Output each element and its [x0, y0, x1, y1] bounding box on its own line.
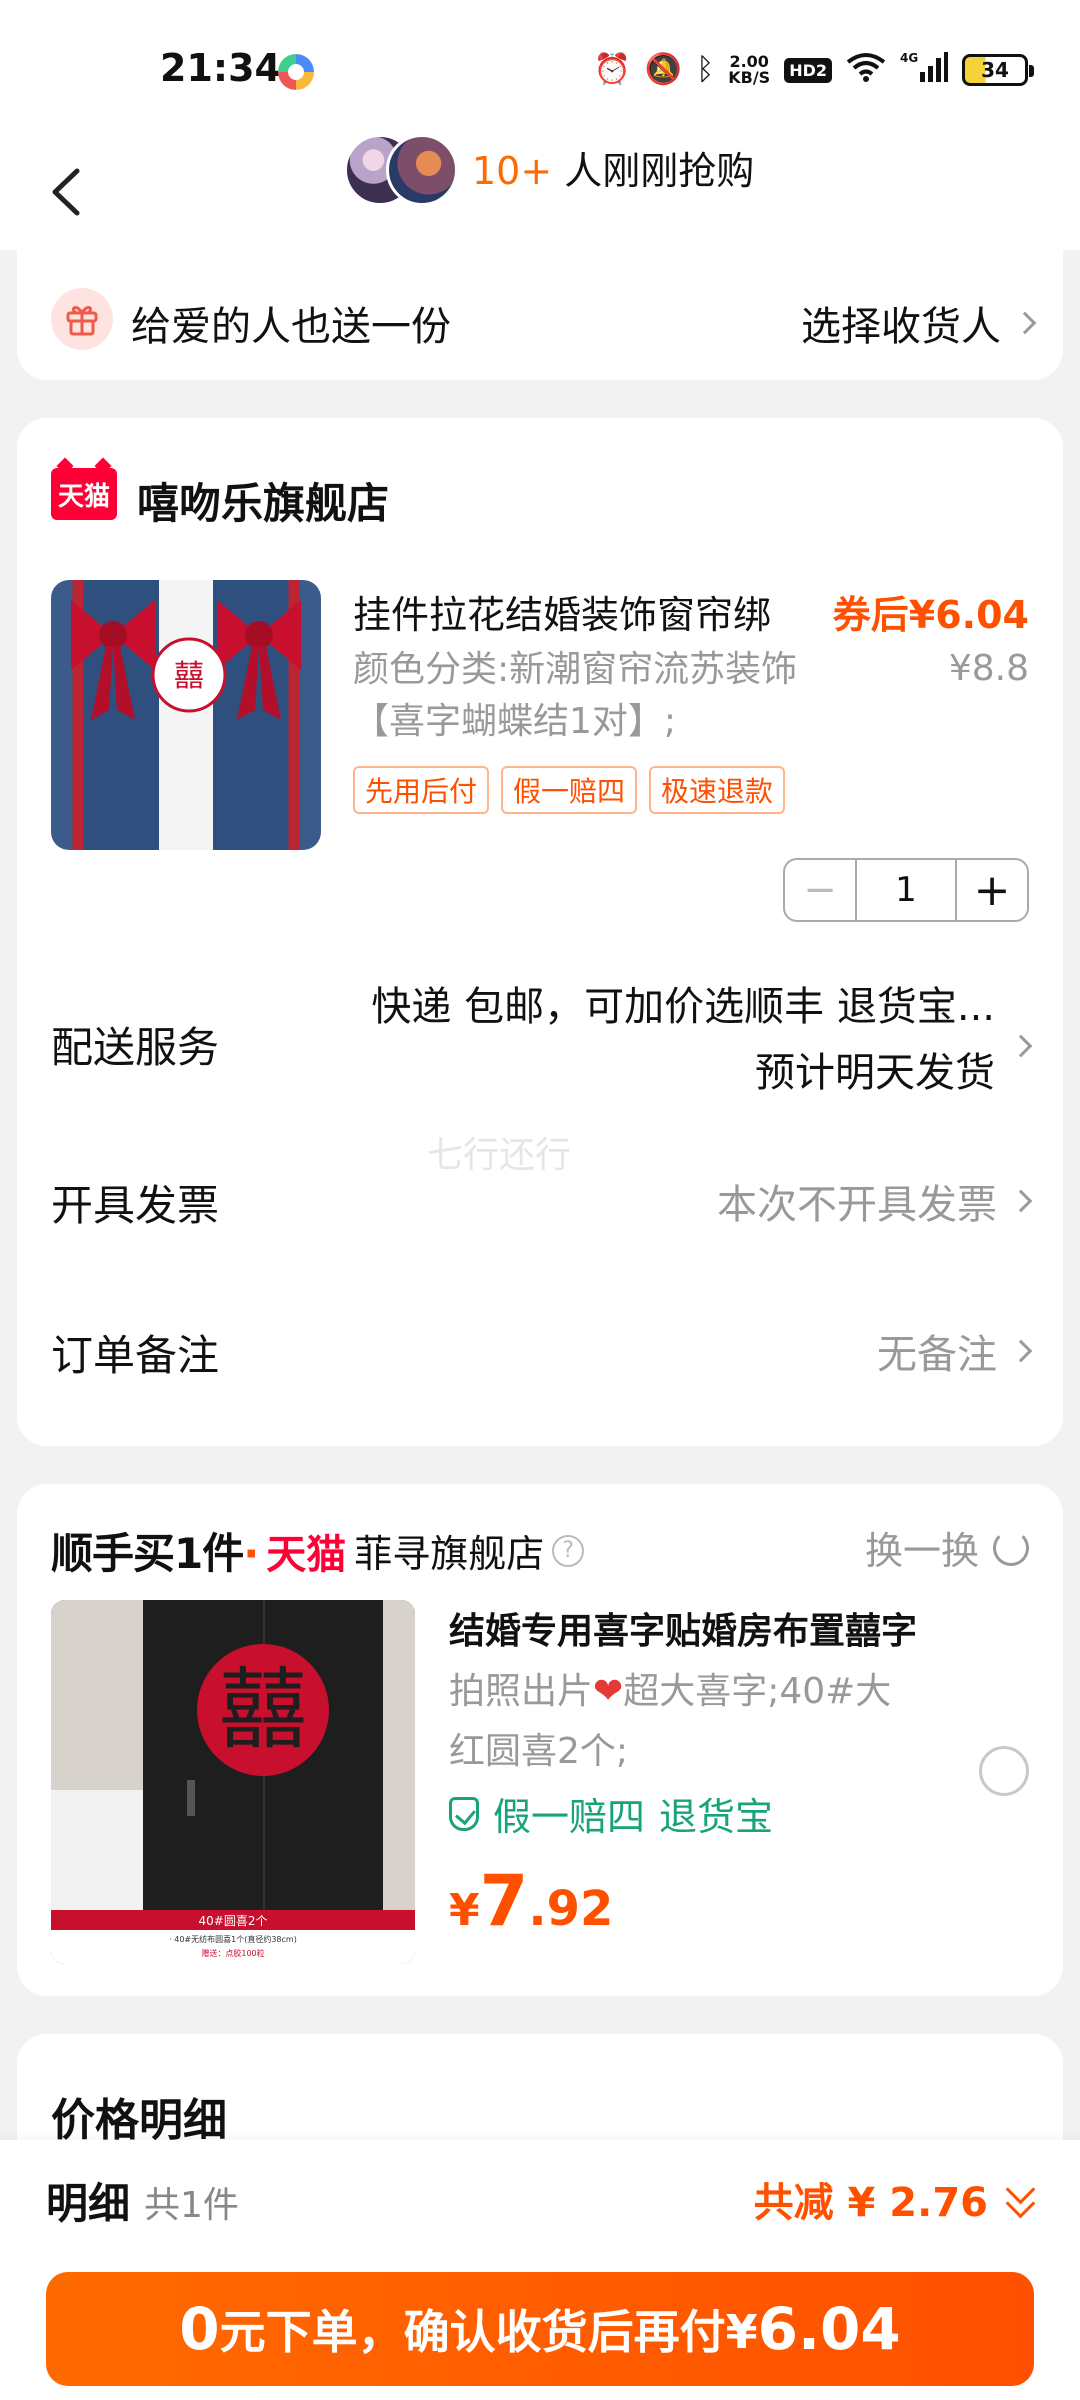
- app-notification-icon: [278, 54, 314, 90]
- chevron-right-icon[interactable]: [1009, 1034, 1033, 1058]
- double-chevron-down-icon: [1002, 2179, 1038, 2219]
- addon-card: 顺手买1件· 天猫 菲寻旗舰店 ? 换一换 囍 40#圆喜2个 · 40#无纺布…: [17, 1484, 1063, 1996]
- chevron-right-icon: [1009, 1339, 1033, 1363]
- swap-label: 换一换: [864, 1529, 979, 1573]
- invoice-value: 本次不开具发票: [717, 1182, 997, 1228]
- signal-icon: 4G: [900, 50, 948, 90]
- shipping-label: 配送服务: [51, 1023, 220, 1072]
- quantity-input[interactable]: 1: [857, 860, 955, 920]
- avatar: [386, 134, 458, 206]
- battery-icon: 34: [962, 54, 1034, 86]
- quantity-stepper: − 1 +: [783, 858, 1029, 922]
- bottom-bar: 明细 共1件 共减 ¥ 2.76 0 元下单，确认收货后再付¥ 6.04: [0, 2140, 1080, 2400]
- heart-icon: ❤: [593, 1671, 624, 1712]
- swap-button[interactable]: 换一换: [865, 1520, 1029, 1575]
- store-name[interactable]: 嘻吻乐旗舰店: [137, 470, 389, 531]
- rush-buy-text: 10+ 人刚刚抢购: [472, 148, 754, 194]
- tag-pay-later: 先用后付: [353, 766, 490, 814]
- help-icon[interactable]: ?: [552, 1534, 585, 1567]
- gift-title: 给爱的人也送一份: [131, 304, 451, 350]
- addon-guarantees: 假一赔四 退货宝: [449, 1786, 773, 1841]
- order-card: 天猫 嘻吻乐旗舰店 囍 挂件拉花结婚装饰窗帘绑 券后¥6.04 颜色分类:新潮窗…: [17, 418, 1063, 1446]
- invoice-row[interactable]: 本次不开具发票: [717, 1172, 1033, 1230]
- addon-store-name[interactable]: 菲寻旗舰店: [354, 1523, 544, 1578]
- product-image[interactable]: 囍: [51, 580, 321, 850]
- shipping-estimate[interactable]: 预计明天发货: [755, 1040, 995, 1098]
- svg-text:4G: 4G: [900, 51, 918, 65]
- status-time: 21:34: [160, 46, 281, 90]
- service-tags: 先用后付 假一赔四 极速退款: [353, 766, 786, 814]
- chevron-right-icon: [1013, 311, 1037, 335]
- shipping-method[interactable]: 快递 包邮，可加价选顺丰 退货宝...: [371, 974, 995, 1032]
- guarantee-label: 假一赔四: [493, 1795, 646, 1839]
- original-price: ¥8.8: [948, 648, 1029, 689]
- addon-title[interactable]: 结婚专用喜字贴婚房布置囍字: [449, 1602, 917, 1654]
- gift-card[interactable]: 给爱的人也送一份 选择收货人: [17, 250, 1063, 380]
- remark-row[interactable]: 无备注: [877, 1322, 1033, 1380]
- product-title[interactable]: 挂件拉花结婚装饰窗帘绑: [353, 584, 813, 639]
- addon-brand: 顺手买1件·: [51, 1529, 259, 1578]
- choose-recipient-button[interactable]: 选择收货人: [801, 294, 1037, 352]
- tmall-logo: 天猫: [266, 1531, 347, 1578]
- coupon-price: 券后¥6.04: [832, 593, 1029, 637]
- tmall-logo: 天猫: [51, 468, 117, 520]
- hd-icon: HD2: [784, 57, 832, 83]
- remark-label: 订单备注: [51, 1331, 220, 1380]
- status-icons: ⏰ 🔕 ᛒ 2.00 KB/S HD2 4G 34: [593, 48, 1034, 92]
- svg-text:囍: 囍: [174, 659, 204, 694]
- chevron-right-icon: [1009, 1189, 1033, 1213]
- return-insurance-label: 退货宝: [659, 1795, 774, 1839]
- refresh-icon: [993, 1529, 1029, 1566]
- remark-value: 无备注: [877, 1332, 997, 1378]
- increase-button[interactable]: +: [955, 860, 1027, 920]
- addon-image-subcaption-2: 赠送：点胶100粒: [201, 1948, 264, 1958]
- decrease-button[interactable]: −: [785, 860, 857, 920]
- addon-product-image[interactable]: 囍 40#圆喜2个 · 40#无纺布圆喜1个(直径约38cm) 赠送：点胶100…: [51, 1600, 415, 1964]
- product-spec[interactable]: 颜色分类:新潮窗帘流苏装饰【喜字蝴蝶结1对】;: [353, 644, 833, 748]
- invoice-label: 开具发票: [51, 1181, 220, 1230]
- item-count: 共1件: [144, 2185, 239, 2226]
- chevron-left-icon: [52, 168, 80, 216]
- addon-spec: 拍照出片❤超大喜字;40#大红圆喜2个;: [449, 1671, 892, 1772]
- svg-text:囍: 囍: [219, 1658, 307, 1761]
- shield-check-icon: [449, 1796, 479, 1831]
- addon-select-radio[interactable]: [979, 1746, 1029, 1796]
- wifi-icon: [846, 52, 886, 88]
- discount-total: 共减 ¥ 2.76: [753, 2180, 988, 2226]
- alarm-icon: ⏰: [593, 52, 631, 87]
- mute-icon: 🔕: [644, 52, 683, 87]
- status-bar: 21:34 ⏰ 🔕 ᛒ 2.00 KB/S HD2 4G 34: [0, 0, 1080, 140]
- choose-recipient-label: 选择收货人: [801, 304, 1001, 350]
- network-speed: 2.00 KB/S: [728, 52, 771, 87]
- back-button[interactable]: [36, 162, 96, 222]
- addon-image-subcaption-1: · 40#无纺布圆喜1个(直径约38cm): [169, 1934, 297, 1944]
- rush-count: 10+: [472, 149, 553, 193]
- price-detail-title: 价格明细: [51, 2095, 227, 2146]
- watermark: 七行还行: [427, 1135, 572, 1176]
- bluetooth-icon: ᛒ: [696, 52, 715, 87]
- tag-fake-compensation: 假一赔四: [501, 766, 638, 814]
- addon-price: ¥7.92: [449, 1860, 614, 1942]
- addon-image-caption: 40#圆喜2个: [199, 1914, 268, 1928]
- submit-order-button[interactable]: 0 元下单，确认收货后再付¥ 6.04: [46, 2272, 1034, 2386]
- discount-summary[interactable]: 共减 ¥ 2.76: [754, 2170, 1038, 2228]
- tag-fast-refund: 极速退款: [649, 766, 786, 814]
- detail-label[interactable]: 明细: [46, 2170, 130, 2231]
- addon-header: 顺手买1件· 天猫 菲寻旗舰店 ?: [51, 1520, 585, 1581]
- gift-icon: [51, 288, 113, 350]
- rush-label: 人刚刚抢购: [552, 149, 755, 193]
